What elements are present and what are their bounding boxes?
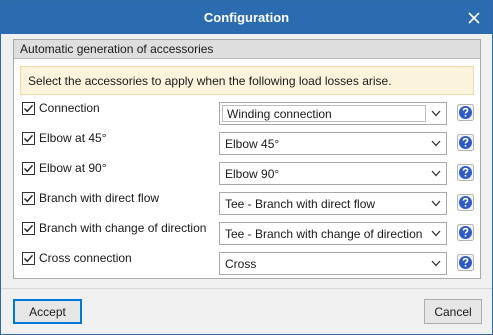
checkbox-elbow-90[interactable] (22, 162, 35, 175)
checkbox-connection[interactable] (22, 102, 35, 115)
combo-branch-change[interactable]: Tee - Branch with change of direction (219, 222, 447, 245)
chevron-down-icon (431, 200, 441, 207)
help-icon[interactable] (457, 194, 474, 211)
info-text: Select the accessories to apply when the… (28, 74, 392, 88)
footer-divider (1, 288, 492, 289)
label-elbow-45: Elbow at 45° (39, 131, 107, 145)
combo-elbow-45[interactable]: Elbow 45° (219, 132, 447, 155)
group-title: Automatic generation of accessories (20, 42, 214, 56)
accept-button[interactable]: Accept (13, 299, 82, 324)
checkmark-icon (24, 134, 34, 143)
combo-value: Tee - Branch with change of direction (225, 227, 423, 241)
row-elbow-90: Elbow at 90° Elbow 90° (14, 161, 480, 188)
combo-value: Winding connection (227, 107, 332, 121)
checkmark-icon (24, 224, 34, 233)
label-cross-connection: Cross connection (39, 251, 132, 265)
checkbox-branch-change[interactable] (22, 222, 35, 235)
title-bar[interactable]: Configuration (1, 1, 492, 34)
row-connection: Connection Winding connection (14, 101, 480, 128)
row-branch-change: Branch with change of direction Tee - Br… (14, 221, 480, 248)
combo-cross-connection[interactable]: Cross (219, 252, 447, 275)
combo-edit-field[interactable]: Winding connection (222, 105, 426, 122)
label-branch-direct: Branch with direct flow (39, 191, 160, 205)
combo-connection[interactable]: Winding connection (219, 102, 447, 125)
combo-elbow-90[interactable]: Elbow 90° (219, 162, 447, 185)
combo-branch-direct[interactable]: Tee - Branch with direct flow (219, 192, 447, 215)
label-branch-change: Branch with change of direction (39, 221, 207, 235)
chevron-down-icon (431, 140, 441, 147)
cancel-button[interactable]: Cancel (424, 299, 482, 324)
checkmark-icon (24, 104, 34, 113)
label-elbow-90: Elbow at 90° (39, 161, 107, 175)
help-icon[interactable] (457, 164, 474, 181)
accessories-group: Automatic generation of accessories Sele… (13, 39, 481, 279)
chevron-down-icon (431, 230, 441, 237)
checkmark-icon (24, 194, 34, 203)
close-icon (468, 11, 480, 24)
chevron-down-icon (431, 170, 441, 177)
info-banner: Select the accessories to apply when the… (20, 66, 474, 95)
label-connection: Connection (39, 101, 100, 115)
help-icon[interactable] (457, 104, 474, 121)
help-icon[interactable] (457, 224, 474, 241)
checkbox-elbow-45[interactable] (22, 132, 35, 145)
checkmark-icon (24, 254, 34, 263)
close-button[interactable] (456, 1, 492, 34)
checkmark-icon (24, 164, 34, 173)
group-header: Automatic generation of accessories (14, 40, 480, 59)
dialog-title: Configuration (203, 10, 290, 25)
checkbox-cross-connection[interactable] (22, 252, 35, 265)
help-icon[interactable] (457, 134, 474, 151)
row-cross-connection: Cross connection Cross (14, 251, 480, 278)
combo-value: Elbow 45° (225, 137, 280, 151)
configuration-dialog: Configuration Automatic generation of ac… (0, 0, 493, 335)
row-elbow-45: Elbow at 45° Elbow 45° (14, 131, 480, 158)
help-icon[interactable] (457, 254, 474, 271)
chevron-down-icon (431, 260, 441, 267)
combo-value: Elbow 90° (225, 167, 280, 181)
row-branch-direct: Branch with direct flow Tee - Branch wit… (14, 191, 480, 218)
chevron-down-icon (431, 110, 441, 117)
combo-value: Tee - Branch with direct flow (225, 197, 376, 211)
combo-value: Cross (225, 257, 257, 271)
checkbox-branch-direct[interactable] (22, 192, 35, 205)
